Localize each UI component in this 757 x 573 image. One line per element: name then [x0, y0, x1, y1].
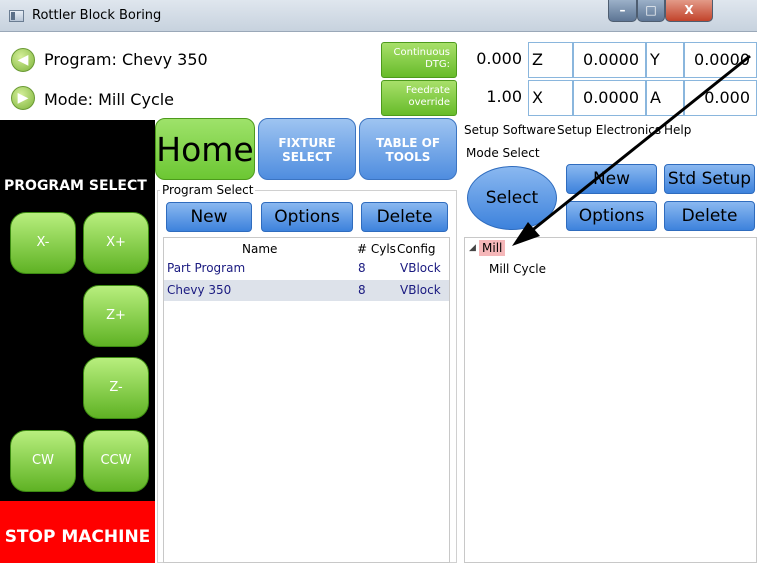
- annotation-arrow: [512, 54, 751, 246]
